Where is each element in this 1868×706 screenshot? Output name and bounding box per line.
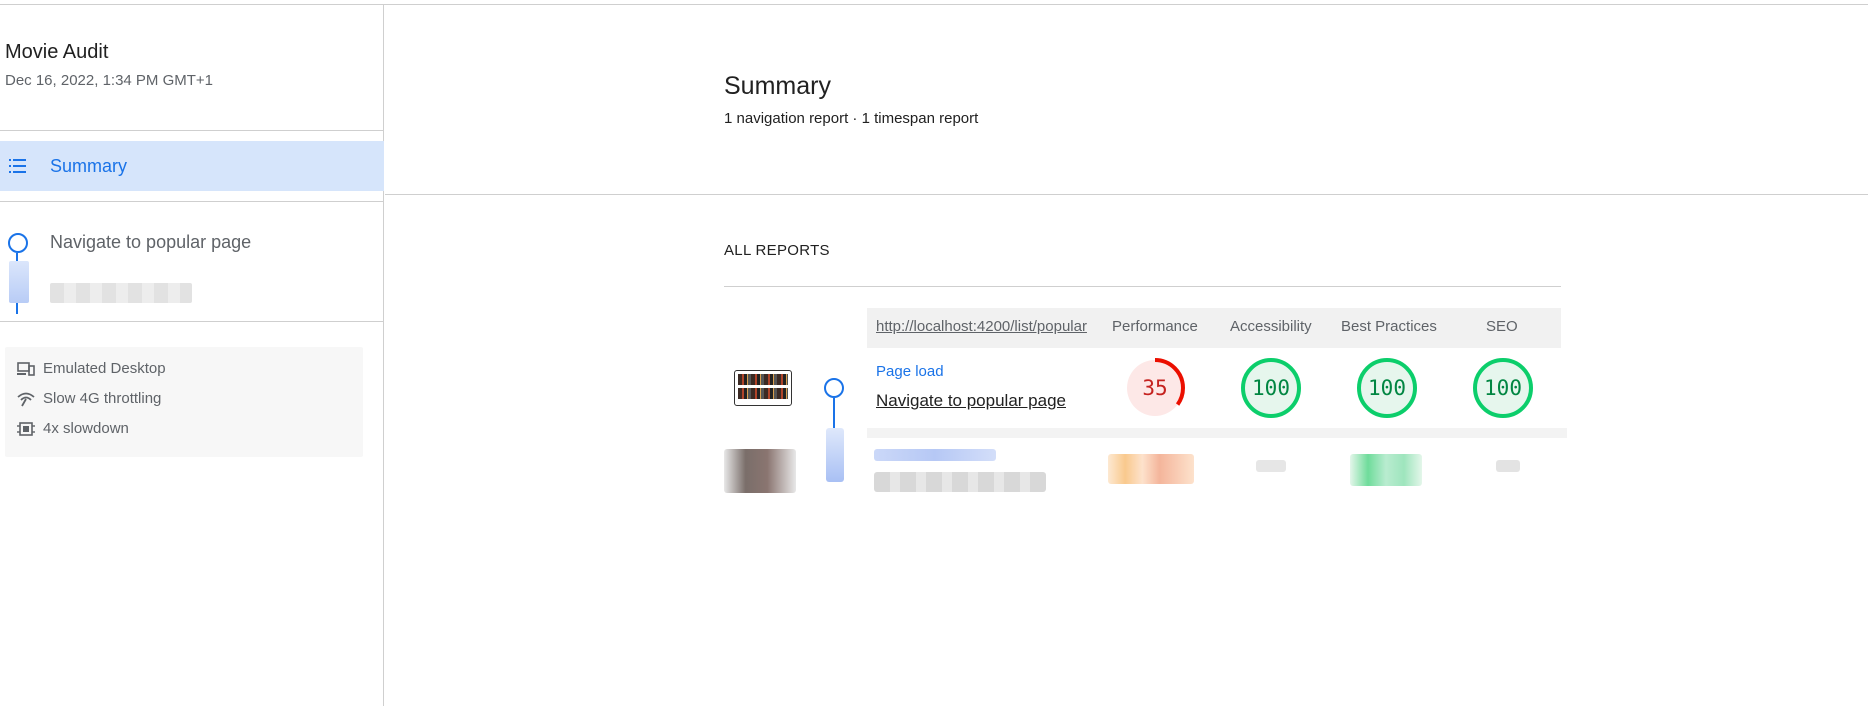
sidebar-item-summary[interactable]: Summary: [0, 141, 384, 191]
sidebar-step-label: Navigate to popular page: [50, 232, 252, 252]
sidebar-item-summary-label: Summary: [50, 156, 128, 176]
env-row-network: Slow 4G throttling: [17, 390, 161, 407]
performance-score-gauge[interactable]: 35: [1124, 357, 1186, 419]
report-date: Dec 16, 2022, 1:34 PM GMT+1: [5, 72, 214, 89]
column-header-best-practices: Best Practices: [1341, 318, 1437, 335]
timeline-line: [833, 398, 835, 428]
timeline-thumbnail-placeholder: [9, 261, 29, 303]
report-title: Movie Audit: [5, 41, 109, 63]
score-placeholder: [1496, 460, 1520, 472]
timeline-placeholder: [826, 428, 844, 482]
best-practices-score-gauge[interactable]: 100: [1356, 357, 1418, 419]
network-icon: [17, 392, 35, 407]
header-divider: [385, 194, 1868, 195]
env-device-label: Emulated Desktop: [43, 360, 166, 377]
report-thumbnail[interactable]: [734, 370, 792, 406]
row-separator: [867, 428, 1567, 438]
cpu-icon: [17, 422, 35, 436]
seo-score-gauge[interactable]: 100: [1472, 357, 1534, 419]
env-cpu-label: 4x slowdown: [43, 420, 129, 437]
env-row-cpu: 4x slowdown: [17, 420, 129, 437]
sidebar-divider: [0, 130, 384, 131]
report-mode-label: Page load: [876, 363, 944, 380]
sidebar-item-navigation-step[interactable]: Navigate to popular page: [0, 208, 384, 325]
score-placeholder: [1256, 460, 1286, 472]
seo-score-value: 100: [1484, 376, 1522, 400]
column-header-performance: Performance: [1112, 318, 1198, 335]
column-header-seo: SEO: [1486, 318, 1518, 335]
sidebar-divider: [0, 201, 384, 202]
list-icon: [9, 159, 26, 173]
sidebar-divider: [0, 321, 384, 322]
row-thumbnail-placeholder: [724, 449, 796, 493]
env-row-device: Emulated Desktop: [17, 360, 166, 377]
sidebar-step-placeholder: [50, 283, 192, 303]
section-heading: ALL REPORTS: [724, 242, 830, 259]
navigation-node-icon: [8, 233, 28, 253]
table-row: [867, 348, 1561, 428]
accessibility-score-value: 100: [1252, 376, 1290, 400]
sidebar: Movie Audit Dec 16, 2022, 1:34 PM GMT+1 …: [0, 5, 384, 706]
best-practices-score-value: 100: [1368, 376, 1406, 400]
accessibility-score-gauge[interactable]: 100: [1240, 357, 1302, 419]
performance-score-value: 35: [1142, 376, 1168, 400]
row-name-placeholder: [874, 472, 1046, 492]
section-divider: [724, 286, 1561, 287]
devices-icon: [17, 362, 35, 376]
navigation-node-icon: [824, 378, 844, 398]
page-subtitle: 1 navigation report · 1 timespan report: [724, 110, 979, 127]
score-placeholder: [1108, 454, 1194, 484]
thumbnail-strip: [738, 374, 788, 385]
row-label-placeholder: [874, 449, 996, 461]
score-placeholder: [1350, 454, 1422, 486]
page-title: Summary: [724, 72, 831, 100]
environment-panel: Emulated Desktop Slow 4G throttling 4x s…: [5, 347, 363, 457]
report-name-link[interactable]: Navigate to popular page: [876, 391, 1066, 411]
thumbnail-strip: [738, 388, 788, 399]
env-network-label: Slow 4G throttling: [43, 390, 162, 407]
table-url-link[interactable]: http://localhost:4200/list/popular: [876, 318, 1087, 335]
column-header-accessibility: Accessibility: [1230, 318, 1312, 335]
